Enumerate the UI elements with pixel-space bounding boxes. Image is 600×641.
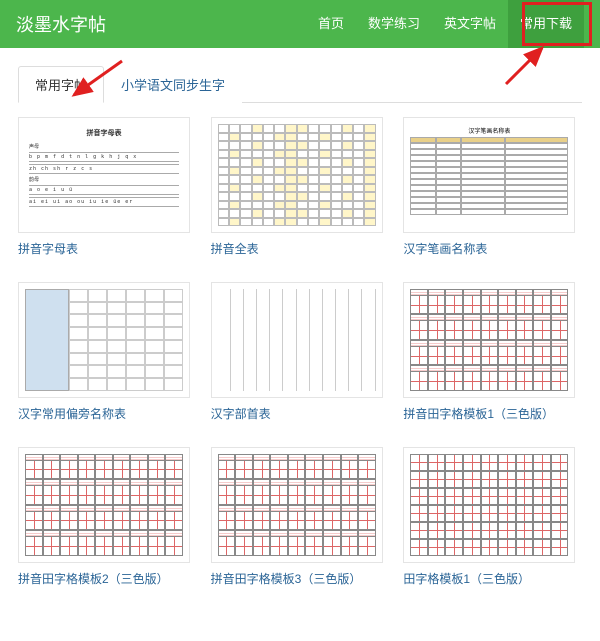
app-logo: 淡墨水字帖 [16, 11, 306, 37]
nav-home[interactable]: 首页 [306, 0, 356, 48]
card-item[interactable]: 拼音全表 [211, 117, 390, 258]
tab-primary-sync[interactable]: 小学语文同步生字 [104, 66, 242, 103]
card-title: 拼音全表 [211, 241, 390, 258]
card-thumbnail: 拼音字母表 声母 b p m f d t n l g k h j q x zh … [18, 117, 190, 233]
annotation-highlight-box [522, 2, 592, 46]
nav-english[interactable]: 英文字帖 [432, 0, 508, 48]
card-thumbnail [18, 282, 190, 398]
card-thumbnail [18, 447, 190, 563]
card-title: 拼音字母表 [18, 241, 197, 258]
card-thumbnail [211, 117, 383, 233]
card-title: 汉字部首表 [211, 406, 390, 423]
card-title: 拼音田字格模板3（三色版） [211, 571, 390, 588]
card-item[interactable]: 汉字常用偏旁名称表 [18, 282, 197, 423]
card-title: 田字格模板1（三色版） [403, 571, 582, 588]
card-item[interactable]: 拼音田字格模板2（三色版） [18, 447, 197, 588]
card-title: 拼音田字格模板2（三色版） [18, 571, 197, 588]
card-thumbnail [211, 282, 383, 398]
card-title: 汉字笔画名称表 [403, 241, 582, 258]
app-header: 淡墨水字帖 首页 数学练习 英文字帖 常用下载 [0, 0, 600, 48]
card-thumbnail: 汉字笔画名称表 [403, 117, 575, 233]
nav-math[interactable]: 数学练习 [356, 0, 432, 48]
tab-common-copybook[interactable]: 常用字帖 [18, 66, 104, 103]
card-thumbnail [403, 282, 575, 398]
card-item[interactable]: 田字格模板1（三色版） [403, 447, 582, 588]
card-item[interactable]: 汉字笔画名称表 [403, 117, 582, 258]
cards-grid: 拼音字母表 声母 b p m f d t n l g k h j q x zh … [18, 117, 582, 587]
card-item[interactable]: 拼音字母表 声母 b p m f d t n l g k h j q x zh … [18, 117, 197, 258]
tab-bar: 常用字帖 小学语文同步生字 [18, 66, 582, 103]
card-item[interactable]: 拼音田字格模板1（三色版） [403, 282, 582, 423]
card-title: 拼音田字格模板1（三色版） [403, 406, 582, 423]
card-thumbnail [403, 447, 575, 563]
thumb-title: 拼音字母表 [29, 128, 179, 138]
content-area: 常用字帖 小学语文同步生字 拼音字母表 声母 b p m f d t n l g… [0, 48, 600, 605]
card-item[interactable]: 拼音田字格模板3（三色版） [211, 447, 390, 588]
card-thumbnail [211, 447, 383, 563]
card-item[interactable]: 汉字部首表 [211, 282, 390, 423]
card-title: 汉字常用偏旁名称表 [18, 406, 197, 423]
